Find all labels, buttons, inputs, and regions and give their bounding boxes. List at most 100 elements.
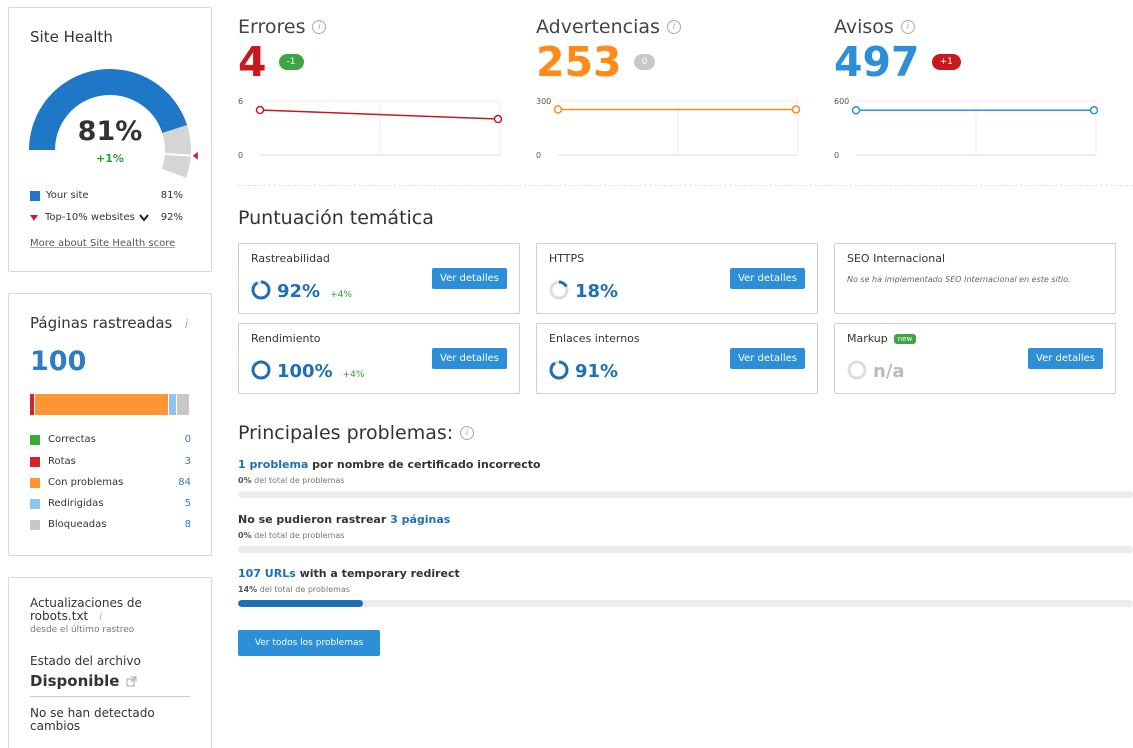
info-icon[interactable]: i (179, 318, 193, 332)
metric-label: Advertencias i (536, 16, 806, 38)
metric-label-text: Advertencias (536, 16, 660, 38)
progress-ring-icon (251, 280, 271, 300)
issue-sub: del total de problemas (251, 476, 345, 485)
data-point (255, 105, 265, 115)
top10-marker-icon (192, 151, 198, 160)
thematic-card-markup: Markup new n/a Ver detalles (834, 323, 1116, 394)
metric-label-text: Errores (238, 16, 306, 38)
info-icon[interactable]: i (312, 20, 327, 34)
more-about-link[interactable]: More about Site Health score (30, 238, 175, 249)
issue-bar (238, 546, 1133, 553)
thematic-title: Puntuación temática (238, 207, 434, 229)
section-divider (238, 185, 1133, 186)
row-value[interactable]: 5 (185, 498, 191, 509)
ring-fill (251, 360, 271, 380)
issue-sub: del total de problemas (251, 531, 345, 540)
metric-badge: 0 (633, 54, 656, 70)
site-health-delta: +1% (96, 152, 124, 165)
thematic-card-rendimiento: Rendimiento 100% +4% Ver detalles (238, 323, 520, 394)
metric-label-text: Avisos (834, 16, 894, 38)
external-link-icon[interactable] (126, 676, 137, 687)
info-icon[interactable]: i (99, 612, 102, 624)
issue-link[interactable]: 3 páginas (390, 513, 450, 526)
row-value[interactable]: 8 (185, 519, 191, 530)
row-correctas[interactable]: Correctas 0 (30, 434, 191, 445)
data-point (791, 105, 801, 114)
issue-text: with a temporary redirect (295, 567, 460, 580)
row-label: Rotas (48, 456, 76, 467)
metric-sparkline: 60 (238, 97, 503, 160)
progress-ring-icon (251, 360, 271, 380)
progress-ring-icon (847, 360, 867, 380)
issue-link[interactable]: 1 problema (238, 458, 308, 471)
ver-detalles-button[interactable]: Ver detalles (1028, 348, 1103, 369)
row-rotas[interactable]: Rotas 3 (30, 456, 191, 467)
row-label: Con problemas (48, 477, 124, 488)
y-min-label: 0 (536, 151, 541, 160)
thematic-card-rastreabilidad: Rastreabilidad 92% +4% Ver detalles (238, 243, 520, 314)
ver-todos-button[interactable]: Ver todos los problemas (238, 630, 380, 656)
thematic-card-seo-internacional: SEO Internacional No se ha implementado … (834, 243, 1116, 314)
robots-subtitle: desde el último rastreo (30, 625, 135, 635)
issue-pct: 0% (238, 476, 252, 485)
progress-ring-icon (549, 280, 569, 300)
metric-badge: -1 (278, 54, 304, 70)
issue-bar-fill (238, 600, 364, 607)
metric-errores: Errores i 4 -1 60 (238, 16, 508, 161)
metric-value[interactable]: 4 (238, 40, 267, 84)
metric-label: Errores i (238, 16, 508, 38)
card-delta: +4% (342, 370, 365, 380)
ver-detalles-button[interactable]: Ver detalles (730, 348, 805, 369)
card-delta: +4% (330, 290, 352, 300)
swatch (30, 498, 40, 509)
chevron-down-icon[interactable] (139, 213, 149, 222)
new-badge: new (893, 333, 917, 344)
issue-bar (238, 600, 1133, 607)
file-status-label: Estado del archivo (30, 654, 141, 668)
issue-item: No se pudieron rastrear 3 páginas 0% del… (238, 513, 1133, 553)
data-point (553, 105, 563, 114)
data-point (851, 106, 861, 115)
row-value[interactable]: 84 (178, 477, 191, 488)
row-value[interactable]: 0 (185, 434, 191, 445)
row-label: Redirigidas (48, 498, 104, 509)
data-point (1089, 106, 1099, 115)
bar-segment-bloqueadas (177, 394, 190, 415)
crawled-total: 100 (30, 346, 87, 377)
legend-top10[interactable]: Top-10% websites 92% (30, 212, 183, 223)
progress-ring-icon (549, 360, 569, 380)
card-name: Rastreabilidad (251, 252, 330, 265)
metric-value[interactable]: 253 (536, 40, 622, 84)
card-pct: 91% (575, 361, 619, 382)
your-site-swatch (30, 190, 40, 201)
swatch (30, 519, 40, 530)
row-con-problemas[interactable]: Con problemas 84 (30, 477, 191, 488)
ver-detalles-button[interactable]: Ver detalles (730, 268, 805, 289)
card-pct: 92% (277, 281, 321, 302)
row-bloqueadas[interactable]: Bloqueadas 8 (30, 519, 191, 530)
triangle-down-icon (30, 214, 38, 221)
metric-advertencias: Advertencias i 253 0 300 0 (536, 16, 806, 161)
series-line (259, 109, 499, 120)
y-min-label: 0 (238, 151, 243, 160)
issues-title-text: Principales problemas: (238, 422, 454, 444)
card-name: HTTPS (549, 252, 585, 265)
divider (30, 696, 190, 697)
file-status-value: Disponible (30, 672, 120, 690)
info-icon[interactable]: i (900, 20, 915, 34)
row-value[interactable]: 3 (185, 456, 191, 467)
ver-detalles-button[interactable]: Ver detalles (432, 348, 507, 369)
y-max-label: 6 (238, 97, 243, 106)
info-icon[interactable]: i (666, 20, 681, 34)
y-max-label: 600 (834, 97, 849, 106)
card-pct: 100% (277, 361, 333, 382)
metric-value[interactable]: 497 (834, 40, 920, 84)
info-icon[interactable]: i (460, 426, 475, 440)
row-redirigidas[interactable]: Redirigidas 5 (30, 498, 191, 509)
crawled-stacked-bar (30, 394, 190, 415)
ver-detalles-button[interactable]: Ver detalles (432, 268, 507, 289)
bar-segment-redirigidas (169, 394, 178, 415)
site-health-score: 81% (78, 116, 143, 147)
issue-link[interactable]: 107 URLs (238, 567, 296, 580)
issue-item: 107 URLs with a temporary redirect 14% d… (238, 567, 1133, 607)
